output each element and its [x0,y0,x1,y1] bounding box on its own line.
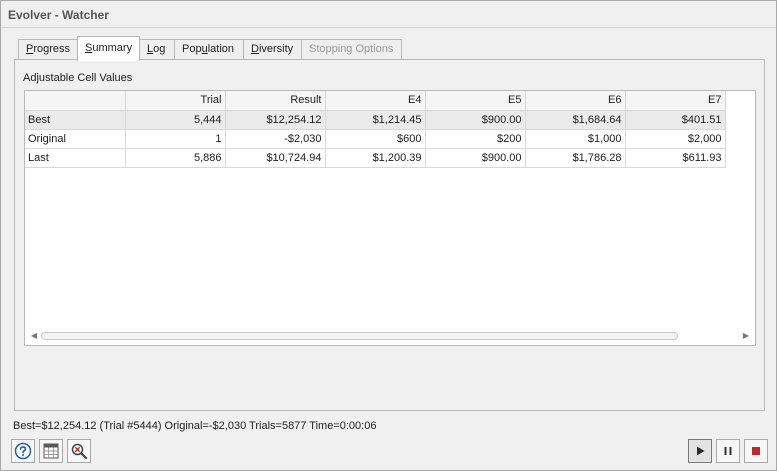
cell-trial: 1 [125,129,226,149]
cell-e7: $401.51 [625,110,726,130]
status-summary-text: Best=$12,254.12 (Trial #5444) Original=-… [13,420,377,432]
play-icon [697,446,705,456]
cell-e5: $900.00 [425,110,526,130]
cell-e5: $900.00 [425,148,526,168]
cell-e6: $1,000 [525,129,626,149]
cell-e4: $1,200.39 [325,148,426,168]
adjustable-cells-grid[interactable]: Trial Result E4 E5 E6 E7 Best 5,444 $12,… [24,90,756,346]
title-bar[interactable]: Evolver - Watcher [1,1,776,28]
scrollbar-thumb[interactable] [41,332,678,340]
tab-population[interactable]: Population [174,39,244,60]
column-header-e5[interactable]: E5 [425,91,526,111]
column-header-e4[interactable]: E4 [325,91,426,111]
row-label: Last [25,148,126,168]
cell-result: -$2,030 [225,129,326,149]
pause-button[interactable] [716,439,740,463]
horizontal-scrollbar[interactable]: ◀ ▶ [25,327,755,345]
cell-trial: 5,444 [125,110,226,130]
cell-e5: $200 [425,129,526,149]
stop-button[interactable] [744,439,768,463]
scroll-right-arrow-icon[interactable]: ▶ [740,330,752,342]
column-header-e6[interactable]: E6 [525,91,626,111]
tab-summary[interactable]: Summary [77,36,140,61]
cell-result: $12,254.12 [225,110,326,130]
stop-icon [752,447,760,455]
tab-diversity[interactable]: Diversity [243,39,302,60]
adjustable-cell-values-label: Adjustable Cell Values [23,72,133,84]
cell-e7: $2,000 [625,129,726,149]
spreadsheet-icon [43,443,59,459]
summary-panel: Adjustable Cell Values Trial Result E4 E… [14,59,765,411]
cell-e4: $1,214.45 [325,110,426,130]
table-row-original[interactable]: Original 1 -$2,030 $600 $200 $1,000 $2,0… [25,129,726,149]
table-row-last[interactable]: Last 5,886 $10,724.94 $1,200.39 $900.00 … [25,148,726,168]
tab-progress[interactable]: Progress [18,39,78,60]
table-header-row: Trial Result E4 E5 E6 E7 [25,91,726,111]
spreadsheet-button[interactable] [39,439,63,463]
zoom-button[interactable] [67,439,91,463]
cell-e6: $1,684.64 [525,110,626,130]
column-header-trial[interactable]: Trial [125,91,226,111]
play-button[interactable] [688,439,712,463]
scroll-left-arrow-icon[interactable]: ◀ [28,330,40,342]
help-icon [14,442,32,460]
cell-result: $10,724.94 [225,148,326,168]
tab-stopping-options: Stopping Options [301,39,402,60]
column-header-result[interactable]: Result [225,91,326,111]
help-button[interactable] [11,439,35,463]
cell-trial: 5,886 [125,148,226,168]
column-header-blank [25,91,126,111]
tab-log[interactable]: Log [139,39,175,60]
column-header-e7[interactable]: E7 [625,91,726,111]
pause-icon [724,447,732,455]
row-label: Best [25,110,126,130]
window-title: Evolver - Watcher [8,8,109,22]
cell-e6: $1,786.28 [525,148,626,168]
evolver-watcher-window: Evolver - Watcher Progress Summary Log P… [0,0,777,471]
zoom-icon [71,443,88,460]
summary-table: Trial Result E4 E5 E6 E7 Best 5,444 $12,… [25,91,726,168]
table-row-best[interactable]: Best 5,444 $12,254.12 $1,214.45 $900.00 … [25,110,726,130]
cell-e4: $600 [325,129,426,149]
cell-e7: $611.93 [625,148,726,168]
row-label: Original [25,129,126,149]
